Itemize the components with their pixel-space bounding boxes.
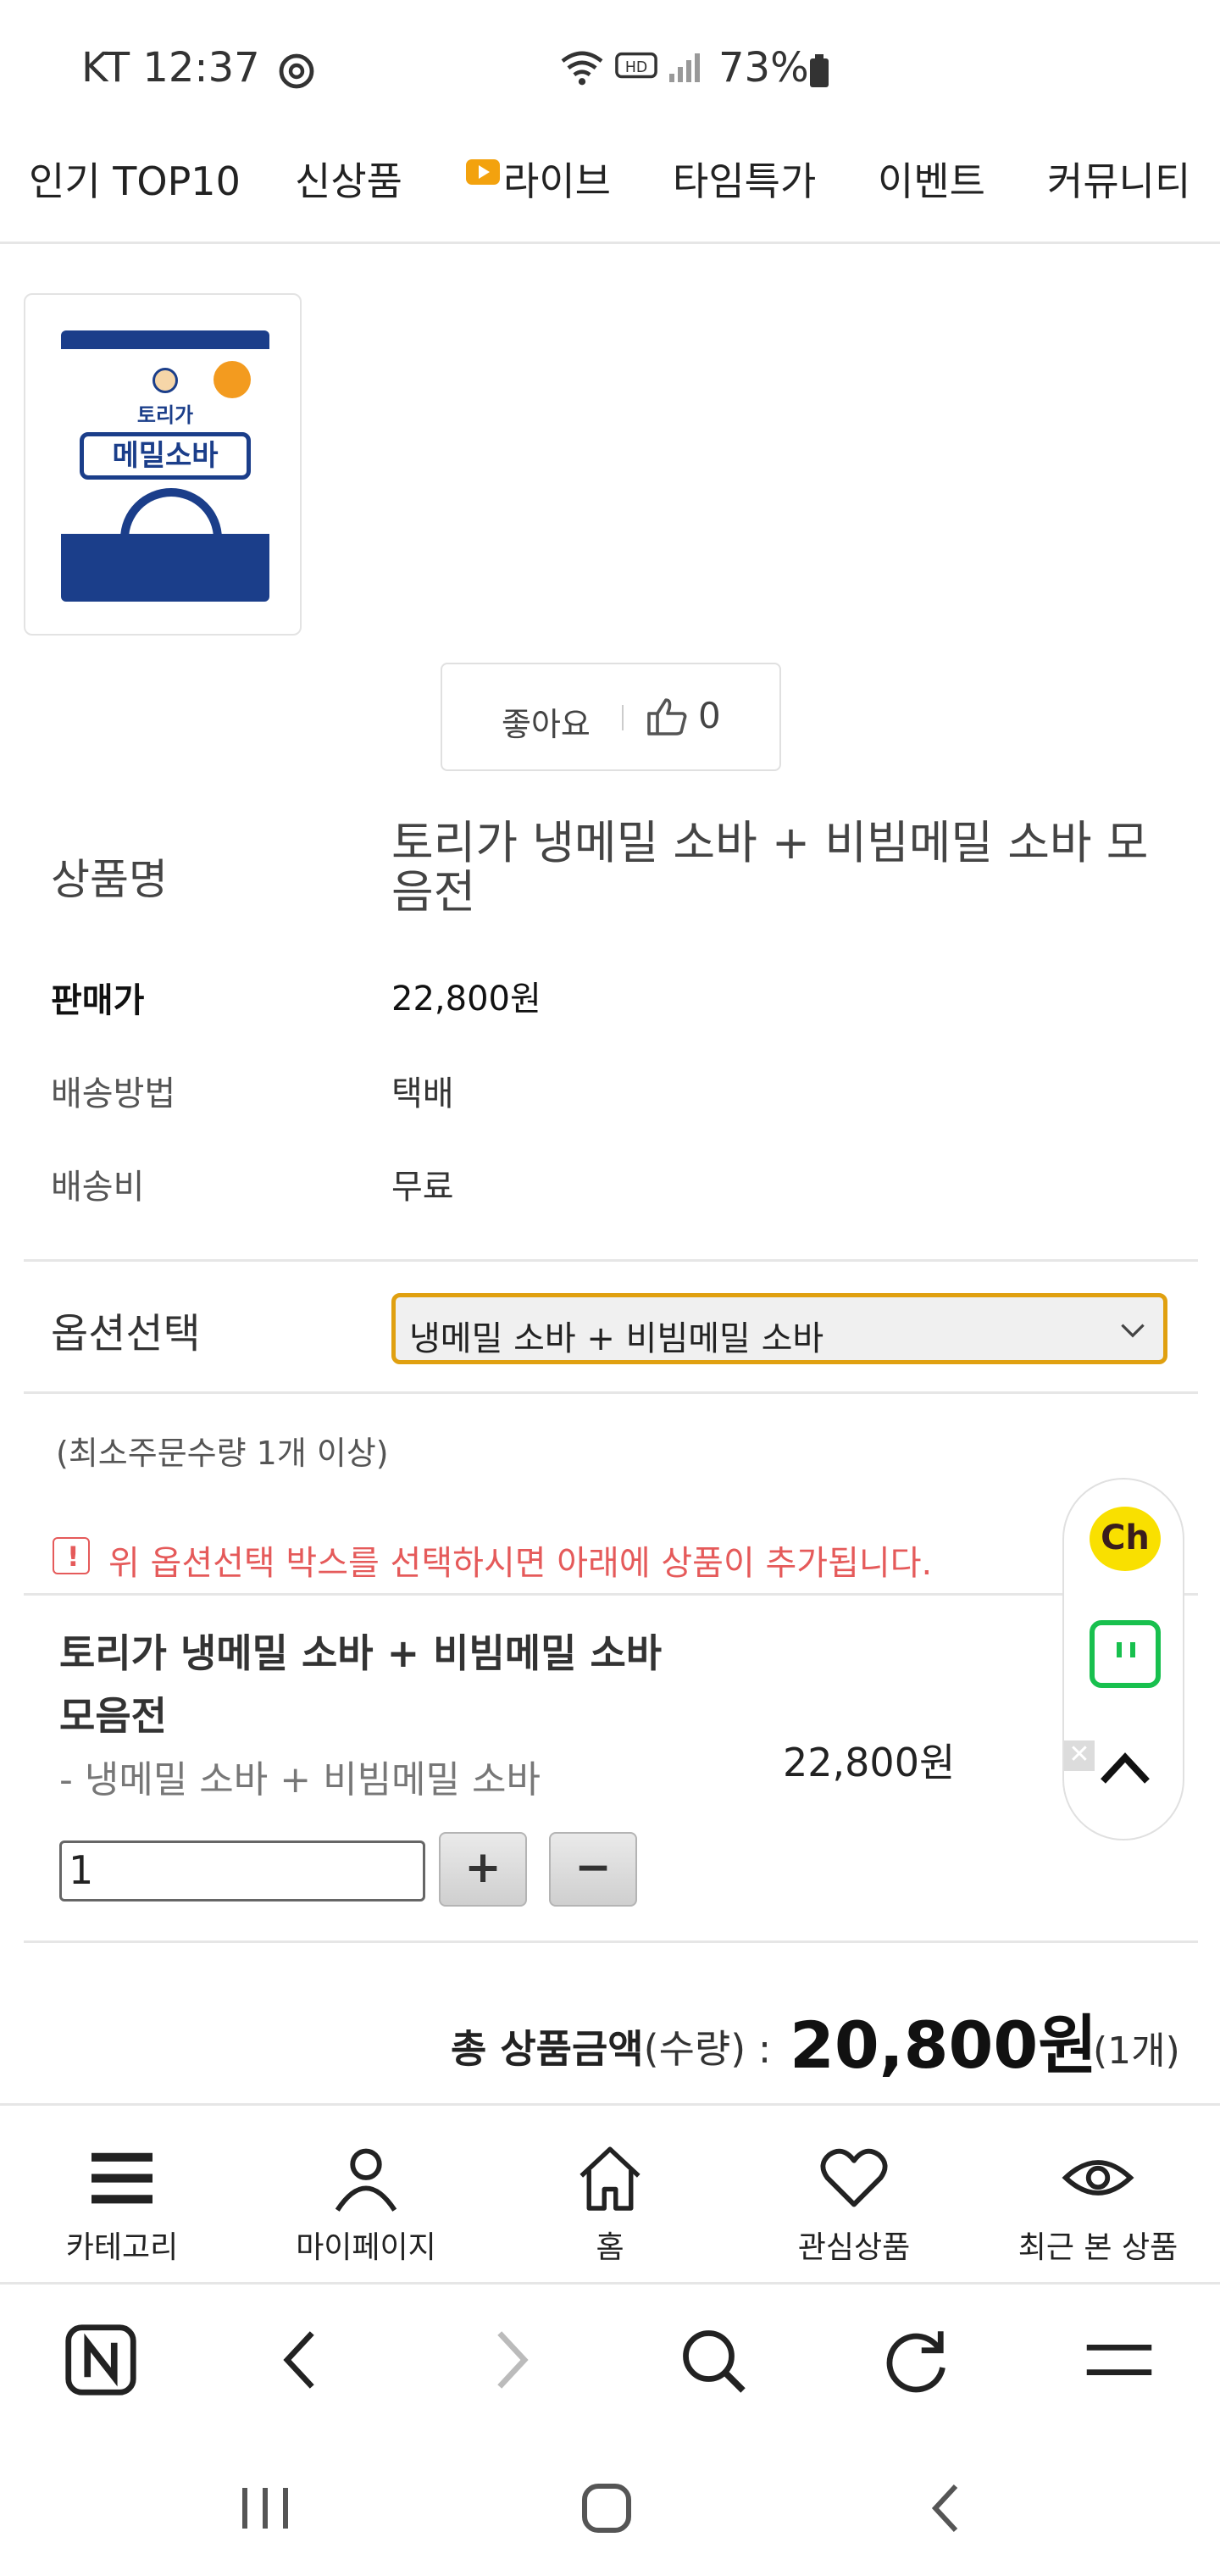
heart-icon (820, 2148, 888, 2207)
tab-event[interactable]: 이벤트 (878, 151, 985, 207)
chevron-up-icon[interactable] (1098, 1749, 1152, 1786)
divider (24, 1593, 1198, 1596)
nav-wishlist[interactable]: 관심상품 (735, 2140, 973, 2267)
system-back-icon[interactable] (913, 2474, 981, 2542)
nav-wishlist-label: 관심상품 (797, 2230, 911, 2265)
package-brand: 토리가 (136, 403, 194, 427)
chat-icon (1117, 1642, 1135, 1657)
chevron-down-icon (1121, 1324, 1145, 1338)
divider (24, 1940, 1198, 1943)
status-icons: HD (557, 47, 700, 86)
product-package-image: 토리가 메밀소바 (61, 330, 269, 602)
shipping-method-label: 배송방법 (51, 1074, 176, 1113)
price-value: 22,800원 (391, 980, 541, 1019)
wifi-icon (561, 51, 603, 86)
noodle-graphic (120, 488, 222, 602)
option-selected-value: 냉메밀 소바 + 비빔메밀 소바 (409, 1319, 824, 1358)
package-top-band (61, 330, 269, 349)
quantity-plus-button[interactable]: + (439, 1832, 527, 1907)
like-button[interactable]: 좋아요 0 (441, 663, 781, 771)
thumbs-up-icon (647, 698, 687, 736)
option-label: 옵션선택 (51, 1310, 201, 1357)
selected-item-option: - 냉메밀 소바 + 비빔메밀 소바 (59, 1758, 541, 1802)
refresh-icon[interactable] (878, 2322, 954, 2398)
like-divider (622, 705, 624, 730)
naver-home-icon[interactable] (63, 2322, 139, 2398)
tab-top10[interactable]: 인기 TOP10 (29, 151, 241, 207)
user-icon (335, 2148, 397, 2212)
bottom-nav: 카테고리 마이페이지 홈 관심상품 최근 본 상품 (0, 2103, 1220, 2285)
shipping-fee-label: 배송비 (51, 1168, 145, 1207)
search-icon[interactable] (674, 2322, 751, 2398)
nav-recent-label: 최근 본 상품 (1018, 2230, 1178, 2265)
tab-new[interactable]: 신상품 (295, 151, 402, 207)
battery-percent: 73% (718, 44, 809, 92)
option-notice: 위 옵션선택 박스를 선택하시면 아래에 상품이 추가됩니다. (108, 1544, 933, 1583)
recent-apps-icon[interactable] (232, 2474, 300, 2542)
total-amount: 20,800원 (790, 2007, 1098, 2083)
quantity-input[interactable]: 1 (59, 1840, 425, 1901)
nav-mypage-label: 마이페이지 (296, 2230, 436, 2265)
home-button-icon[interactable] (573, 2474, 640, 2542)
talk-chat-button[interactable] (1090, 1620, 1161, 1688)
like-label: 좋아요 (502, 706, 591, 743)
package-badge (214, 361, 251, 398)
like-count: 0 (698, 695, 721, 736)
eye-icon (1062, 2160, 1134, 2196)
signal-icon (669, 53, 700, 82)
price-label: 판매가 (51, 981, 145, 1020)
product-thumbnail[interactable]: 토리가 메밀소바 (24, 293, 302, 636)
browser-toolbar (0, 2288, 1220, 2432)
svg-text:HD: HD (625, 59, 647, 76)
option-select[interactable]: 냉메밀 소바 + 비빔메밀 소바 (391, 1293, 1167, 1364)
system-nav (0, 2440, 1220, 2576)
min-quantity-note: (최소주문수량 1개 이상) (56, 1435, 389, 1472)
divider (24, 1391, 1198, 1394)
nav-category-label: 카테고리 (65, 2230, 179, 2265)
total-label: 총 상품금액(수량) : (451, 2018, 771, 2074)
quick-menu: Ch (1062, 1478, 1184, 1840)
tab-live[interactable]: 라이브 (503, 151, 611, 207)
mascot-icon (152, 368, 178, 393)
forward-icon[interactable] (471, 2322, 547, 2398)
home-icon (580, 2146, 640, 2211)
tab-time-sale[interactable]: 타임특가 (673, 151, 816, 207)
shipping-method-value: 택배 (391, 1074, 454, 1113)
selected-item-price: 22,800원 (783, 1740, 956, 1785)
product-name-label: 상품명 (51, 855, 168, 904)
carrier-time: KT 12:37 (81, 44, 260, 92)
selected-item-title: 토리가 냉메밀 소바 + 비빔메밀 소바 모음전 (59, 1630, 663, 1739)
product-name: 토리가 냉메밀 소바 + 비빔메밀 소바 모음전 (391, 816, 1149, 919)
total-quantity: (1개) (1093, 2029, 1180, 2073)
total-label-rest: (수량) : (643, 2026, 772, 2072)
hd-voice-icon: HD (615, 52, 657, 79)
alert-icon (53, 1537, 90, 1574)
back-icon[interactable] (264, 2322, 341, 2398)
total-label-bold: 총 상품금액 (451, 2026, 644, 2072)
quantity-minus-button[interactable]: − (549, 1832, 637, 1907)
nav-home-label: 홈 (596, 2230, 624, 2265)
tab-community[interactable]: 커뮤니티 (1047, 151, 1190, 207)
close-icon[interactable]: ✕ (1064, 1740, 1095, 1771)
nav-home[interactable]: 홈 (491, 2140, 729, 2267)
battery-icon (810, 54, 829, 87)
divider (24, 1259, 1198, 1262)
live-play-icon (466, 159, 500, 185)
category-nav: 인기 TOP10 신상품 라이브 타임특가 이벤트 커뮤니티 (0, 144, 1220, 244)
package-title: 메밀소바 (80, 432, 251, 480)
menu-icon (92, 2152, 152, 2204)
status-bar: KT 12:37 HD 73% (0, 0, 1220, 136)
hamburger-menu-icon[interactable] (1081, 2322, 1157, 2398)
shipping-fee-value: 무료 (391, 1168, 454, 1207)
kakao-channel-button[interactable]: Ch (1090, 1507, 1161, 1571)
nav-mypage[interactable]: 마이페이지 (247, 2140, 485, 2267)
nav-recent[interactable]: 최근 본 상품 (979, 2140, 1217, 2267)
threads-icon (279, 53, 314, 89)
nav-category[interactable]: 카테고리 (3, 2140, 241, 2267)
